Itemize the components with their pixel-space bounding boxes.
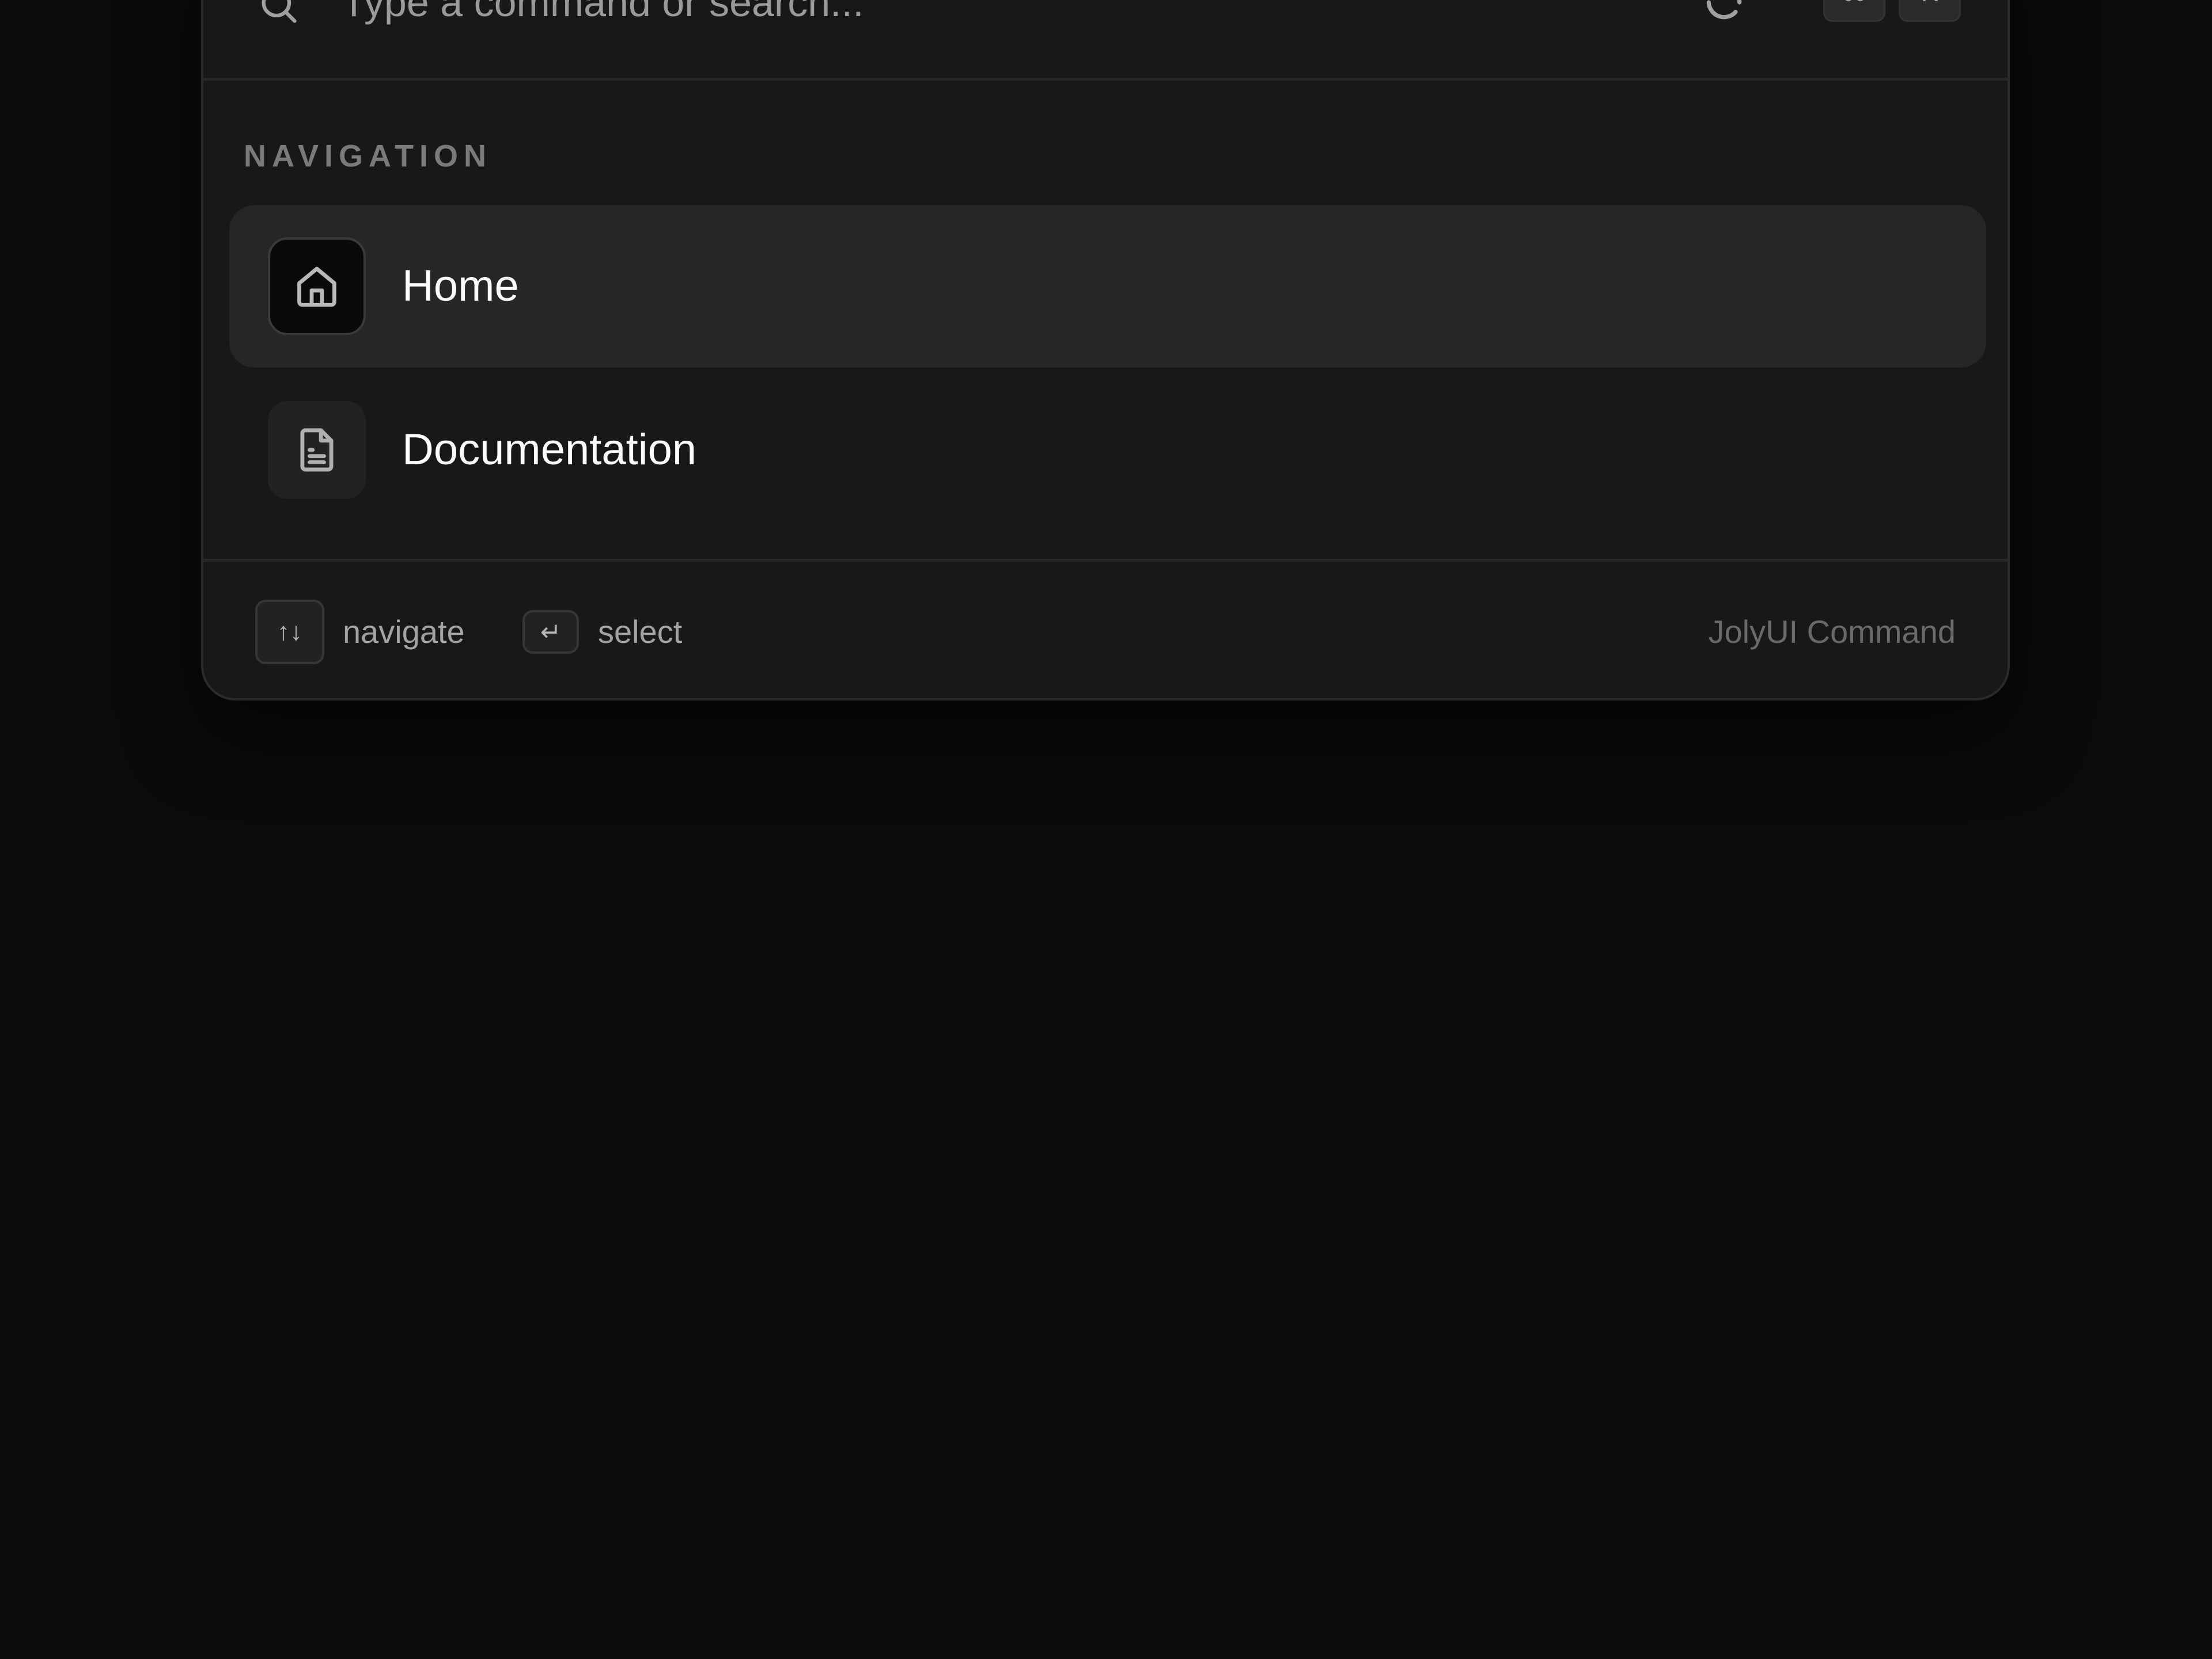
command-palette: ⌘ K NAVIGATION Home Documentation ↑↓ nav… — [201, 0, 2010, 700]
document-icon — [300, 428, 334, 472]
brand-label: JolyUI Command — [1708, 613, 1956, 650]
palette-footer: ↑↓ navigate ↵ select JolyUI Command — [203, 559, 2008, 698]
list-item-label: Home — [402, 262, 519, 310]
home-icon — [297, 267, 336, 307]
document-icon-box — [268, 401, 366, 499]
list-item-home[interactable]: Home — [229, 205, 1986, 368]
search-input[interactable] — [342, 0, 1666, 31]
list-item-label: Documentation — [402, 425, 697, 474]
search-bar: ⌘ K — [203, 0, 2008, 81]
navigate-hint-label: navigate — [343, 613, 465, 650]
shortcut-letter-key: K — [1899, 0, 1961, 22]
group-heading: NAVIGATION — [244, 139, 492, 173]
home-icon-box — [268, 237, 366, 335]
navigate-key-hint: ↑↓ — [255, 600, 324, 664]
shortcut-modifier-key: ⌘ — [1823, 0, 1885, 22]
search-icon — [262, 0, 297, 23]
list-item-documentation[interactable]: Documentation — [229, 369, 1986, 531]
select-hint-label: select — [598, 613, 683, 650]
select-key-hint: ↵ — [522, 610, 579, 654]
loading-spinner-icon — [1706, 0, 1742, 20]
